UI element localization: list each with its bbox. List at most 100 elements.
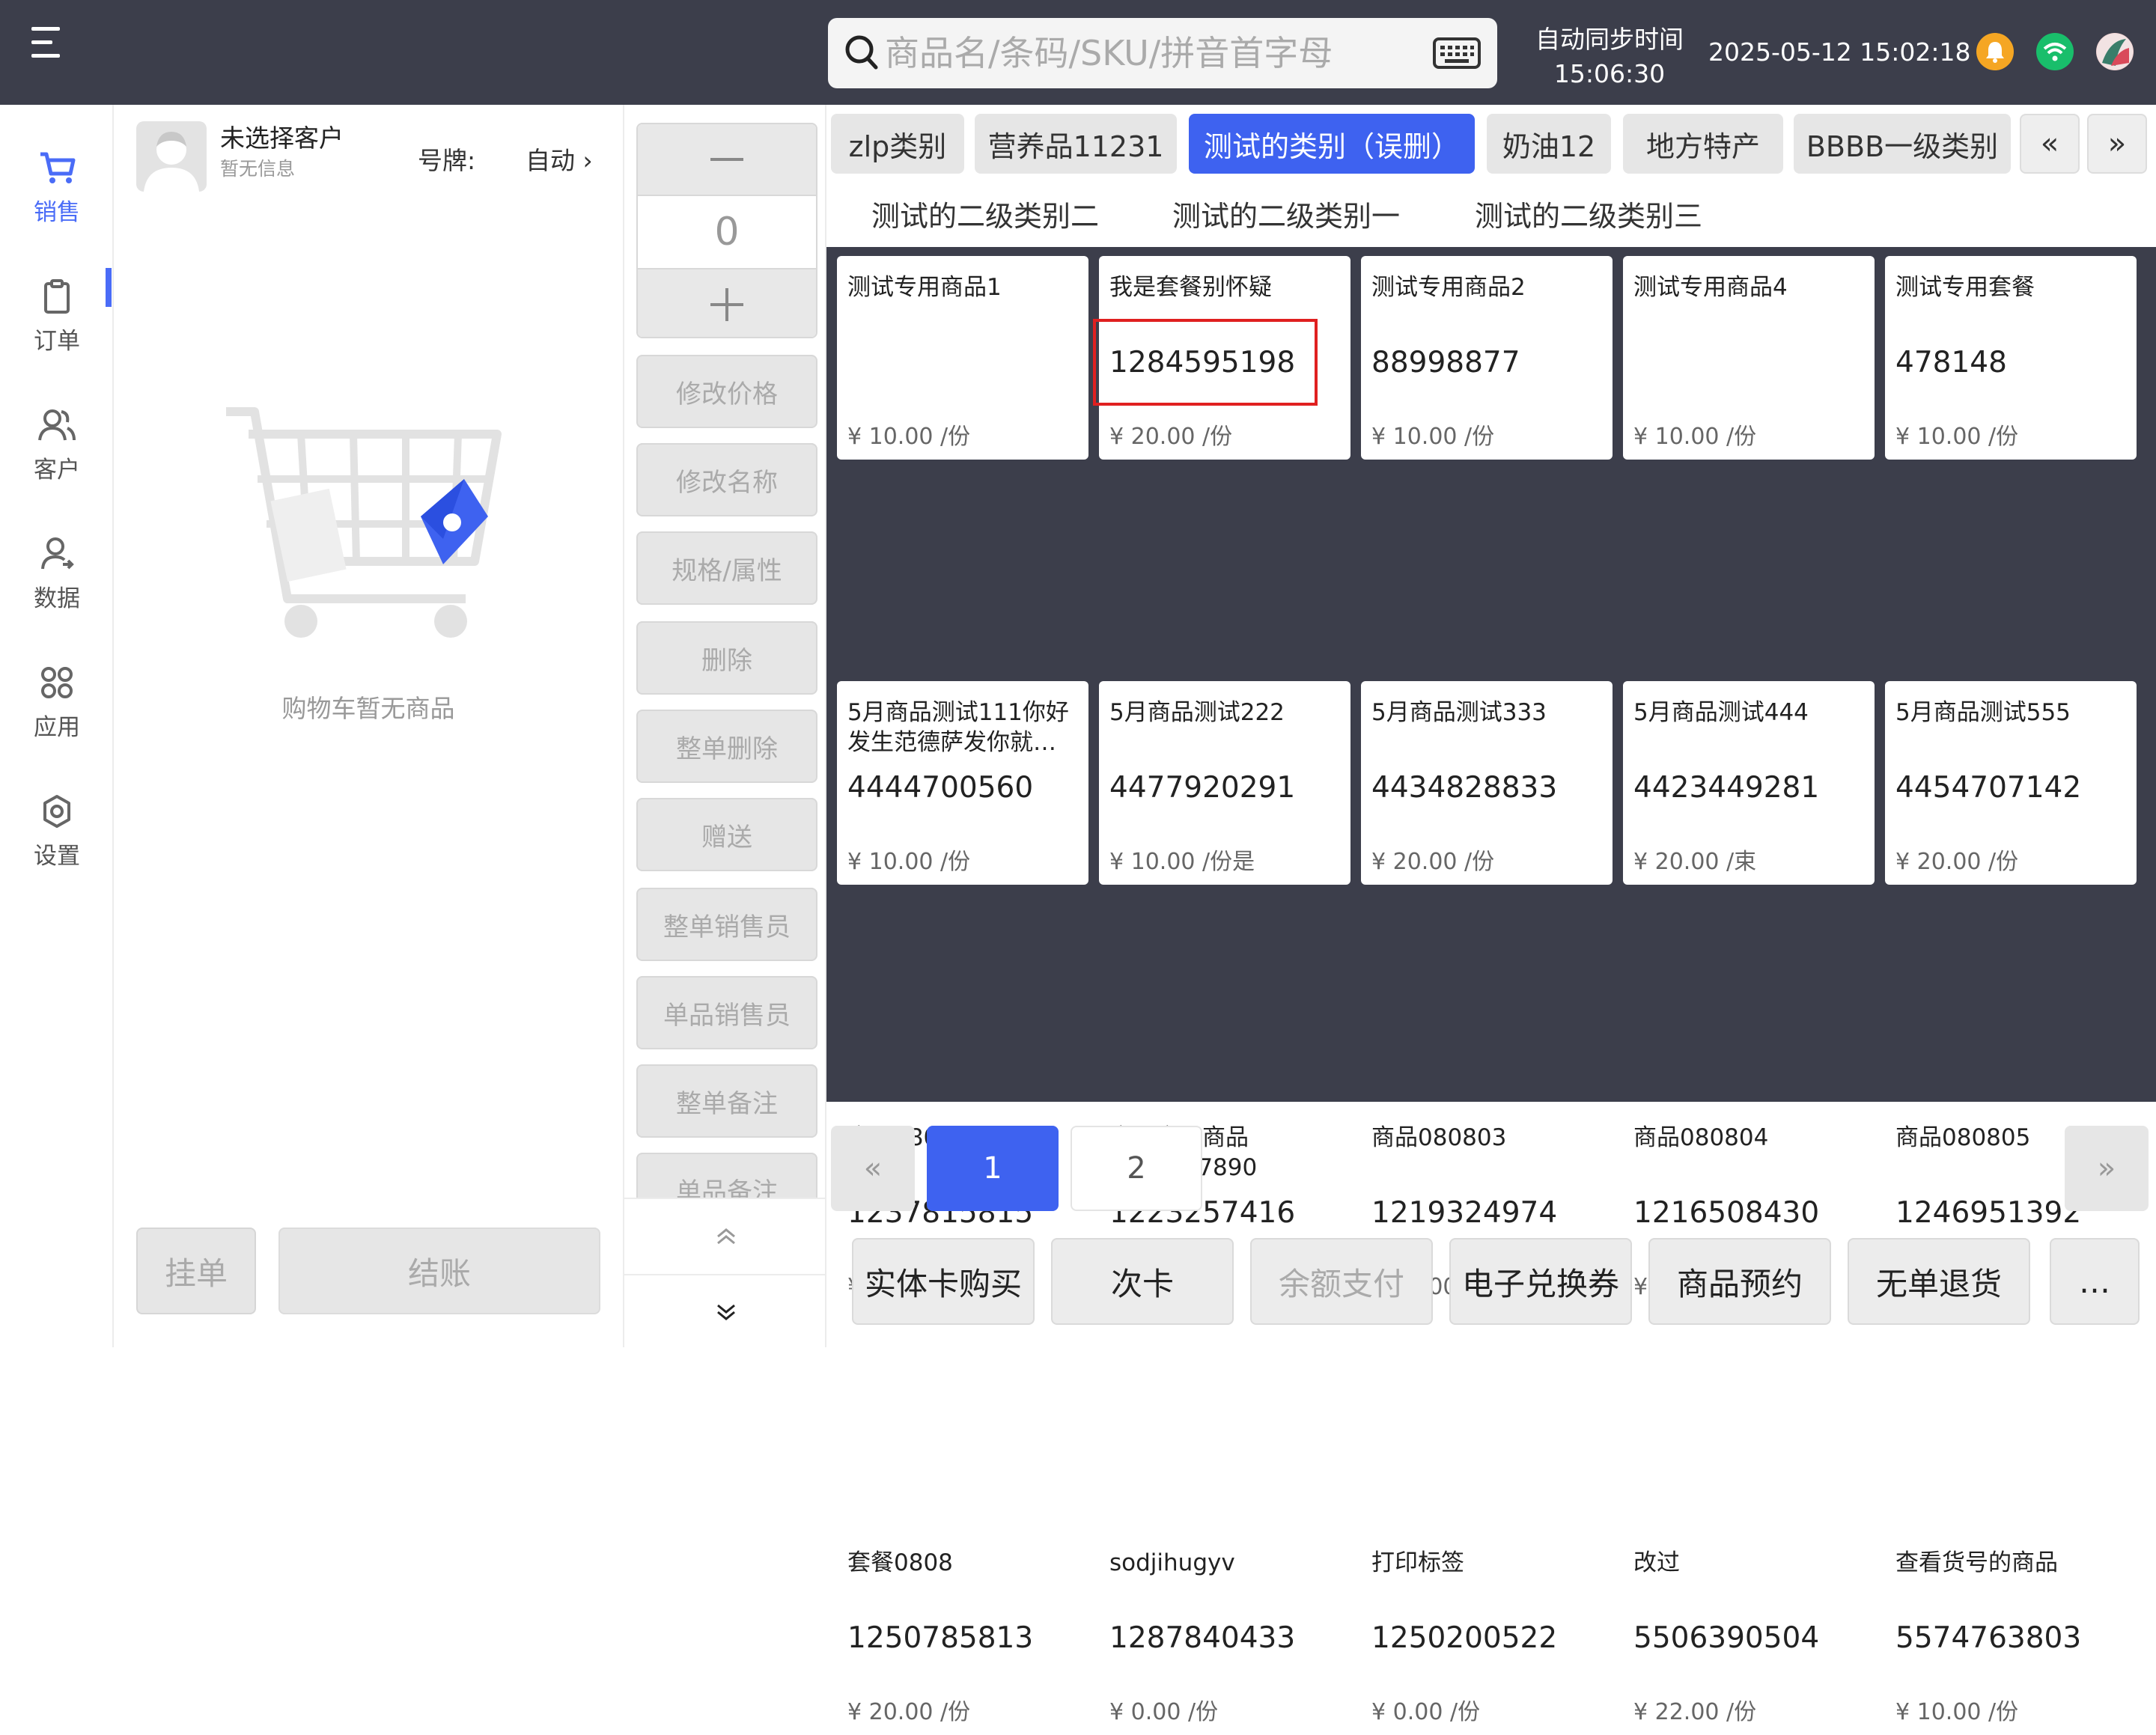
- product-name: 套餐0808: [847, 1549, 953, 1576]
- e-voucher-button[interactable]: 电子兑换券: [1449, 1238, 1632, 1325]
- product-card[interactable]: 测试专用套餐 478148 ¥ 10.00 /份: [1885, 256, 2137, 460]
- nav-item-orders[interactable]: 订单: [0, 278, 114, 368]
- keyboard-icon[interactable]: [1433, 37, 1481, 69]
- product-code: 4454707142: [1895, 771, 2082, 805]
- order-note-button[interactable]: 整单备注: [636, 1064, 817, 1138]
- product-price: ¥ 20.00 /份: [1109, 424, 1233, 450]
- avatar-icon[interactable]: [2096, 33, 2134, 70]
- quantity-value[interactable]: 0: [638, 196, 816, 268]
- nav-label: 数据: [34, 585, 80, 612]
- product-code: 4477920291: [1109, 771, 1296, 805]
- scroll-up-button[interactable]: [624, 1199, 825, 1274]
- category-tab[interactable]: zlp类别: [831, 114, 964, 174]
- product-name: 打印标签: [1371, 1549, 1464, 1576]
- category-next-button[interactable]: »: [2087, 114, 2147, 174]
- category-tab-active[interactable]: 测试的类别（误删）: [1189, 114, 1475, 174]
- page-button[interactable]: 2: [1071, 1126, 1202, 1211]
- product-reservation-button[interactable]: 商品预约: [1648, 1238, 1831, 1325]
- category-tab[interactable]: BBBB一级类别: [1794, 114, 2011, 174]
- nav-item-apps[interactable]: 应用: [0, 665, 114, 754]
- customer-name[interactable]: 未选择客户: [220, 118, 344, 154]
- product-price: ¥ 20.00 /束: [1633, 849, 1757, 875]
- page-prev-button[interactable]: «: [831, 1126, 915, 1211]
- menu-icon[interactable]: [31, 27, 69, 58]
- scroll-down-button[interactable]: [624, 1274, 825, 1347]
- product-code: 1219324974: [1371, 1196, 1558, 1230]
- customer-avatar[interactable]: [136, 121, 207, 192]
- hold-order-button[interactable]: 挂单: [136, 1228, 256, 1314]
- product-card[interactable]: 改过 5506390504 ¥ 22.00 /份: [1623, 1531, 1875, 1735]
- product-price: ¥ 10.00 /份: [1371, 424, 1495, 450]
- nav-label: 客户: [34, 457, 80, 484]
- physical-card-purchase-button[interactable]: 实体卡购买: [852, 1238, 1035, 1325]
- balance-pay-button[interactable]: 余额支付: [1250, 1238, 1433, 1325]
- no-order-return-button[interactable]: 无单退货: [1848, 1238, 2030, 1325]
- category-prev-button[interactable]: «: [2020, 114, 2080, 174]
- search-input[interactable]: 商品名/条码/SKU/拼音首字母: [885, 31, 1333, 75]
- product-price: ¥ 20.00 /份: [1371, 849, 1495, 875]
- product-code: 5574763803: [1895, 1621, 2082, 1655]
- checkout-button[interactable]: 结账: [278, 1228, 600, 1314]
- more-button[interactable]: …: [2050, 1238, 2140, 1325]
- category-tab[interactable]: 地方特产: [1623, 114, 1783, 174]
- search-box[interactable]: 商品名/条码/SKU/拼音首字母: [828, 18, 1497, 88]
- delete-order-button[interactable]: 整单删除: [636, 710, 817, 783]
- product-card[interactable]: 5月商品测试444 4423449281 ¥ 20.00 /束: [1623, 681, 1875, 885]
- top-bar: 商品名/条码/SKU/拼音首字母 自动同步时间 15:06:30 2025-05…: [0, 0, 2156, 105]
- nav-item-settings[interactable]: 设置: [0, 793, 114, 883]
- product-card[interactable]: sodjihugyv 1287840433 ¥ 0.00 /份: [1099, 1531, 1350, 1735]
- product-card[interactable]: 5月商品测试333 4434828833 ¥ 20.00 /份: [1361, 681, 1613, 885]
- gift-button[interactable]: 赠送: [636, 798, 817, 871]
- spec-attribute-button[interactable]: 规格/属性: [636, 531, 817, 605]
- product-name: 测试专用套餐: [1895, 274, 2035, 301]
- nav-item-customers[interactable]: 客户: [0, 407, 114, 497]
- bell-icon[interactable]: [1976, 33, 2014, 70]
- increase-button[interactable]: [638, 268, 816, 337]
- order-salesperson-button[interactable]: 整单销售员: [636, 888, 817, 961]
- subcategory-tab[interactable]: 测试的二级类别三: [1475, 193, 1702, 234]
- nav-label: 订单: [34, 328, 80, 355]
- nav-item-sales[interactable]: 销售: [0, 150, 114, 240]
- category-tab[interactable]: 营养品11231: [975, 114, 1177, 174]
- product-card[interactable]: 查看货号的商品 5574763803 ¥ 10.00 /份: [1885, 1531, 2137, 1735]
- customer-info: 暂无信息: [220, 158, 296, 180]
- page-button-active[interactable]: 1: [927, 1126, 1059, 1211]
- page-next-button[interactable]: »: [2065, 1126, 2149, 1211]
- punch-card-button[interactable]: 次卡: [1051, 1238, 1234, 1325]
- product-card[interactable]: 打印标签 1250200522 ¥ 0.00 /份: [1361, 1531, 1613, 1735]
- nav-item-data[interactable]: 数据: [0, 536, 114, 626]
- subcategory-tab[interactable]: 测试的二级类别二: [871, 193, 1099, 234]
- plus-icon: [710, 288, 743, 321]
- product-price: ¥ 0.00 /份: [1371, 1699, 1481, 1725]
- edit-price-button[interactable]: 修改价格: [636, 355, 817, 428]
- product-price: ¥ 10.00 /份: [1633, 424, 1757, 450]
- product-name: 测试专用商品2: [1371, 274, 1526, 301]
- delete-button[interactable]: 删除: [636, 621, 817, 695]
- product-code: 88998877: [1371, 346, 1520, 379]
- product-code: 4423449281: [1633, 771, 1820, 805]
- subcategory-tab[interactable]: 测试的二级类别一: [1172, 193, 1400, 234]
- product-name: 测试专用商品1: [847, 274, 1002, 301]
- product-card[interactable]: 测试专用商品2 88998877 ¥ 10.00 /份: [1361, 256, 1613, 460]
- product-card[interactable]: 测试专用商品1 ¥ 10.00 /份: [837, 256, 1088, 460]
- minus-icon: [710, 158, 743, 161]
- product-card[interactable]: 5月商品测试555 4454707142 ¥ 20.00 /份: [1885, 681, 2137, 885]
- product-card[interactable]: 测试专用商品4 ¥ 10.00 /份: [1623, 256, 1875, 460]
- wifi-icon[interactable]: [2036, 33, 2074, 70]
- sync-label: 自动同步时间: [1535, 25, 1684, 54]
- product-code: 5506390504: [1633, 1621, 1820, 1655]
- product-card[interactable]: 5月商品测试111你好发生范德萨发你就… 4444700560 ¥ 10.00 /份: [837, 681, 1088, 885]
- category-tab[interactable]: 奶油12: [1487, 114, 1611, 174]
- cart-panel: 未选择客户 暂无信息 号牌: 自动 › 购物车暂无商品 挂单 结账: [114, 105, 623, 1347]
- decrease-button[interactable]: [638, 124, 816, 196]
- plate-value[interactable]: 自动 ›: [526, 141, 593, 177]
- search-icon: [845, 35, 878, 70]
- item-salesperson-button[interactable]: 单品销售员: [636, 976, 817, 1049]
- user-data-icon: [41, 537, 74, 570]
- product-card[interactable]: 5月商品测试222 4477920291 ¥ 10.00 /份是: [1099, 681, 1350, 885]
- edit-name-button[interactable]: 修改名称: [636, 443, 817, 516]
- product-code: 478148: [1895, 346, 2007, 379]
- product-card[interactable]: 套餐0808 1250785813 ¥ 20.00 /份: [837, 1531, 1088, 1735]
- product-code: 1216508430: [1633, 1196, 1820, 1230]
- double-chevron-down-icon: [717, 1304, 735, 1320]
